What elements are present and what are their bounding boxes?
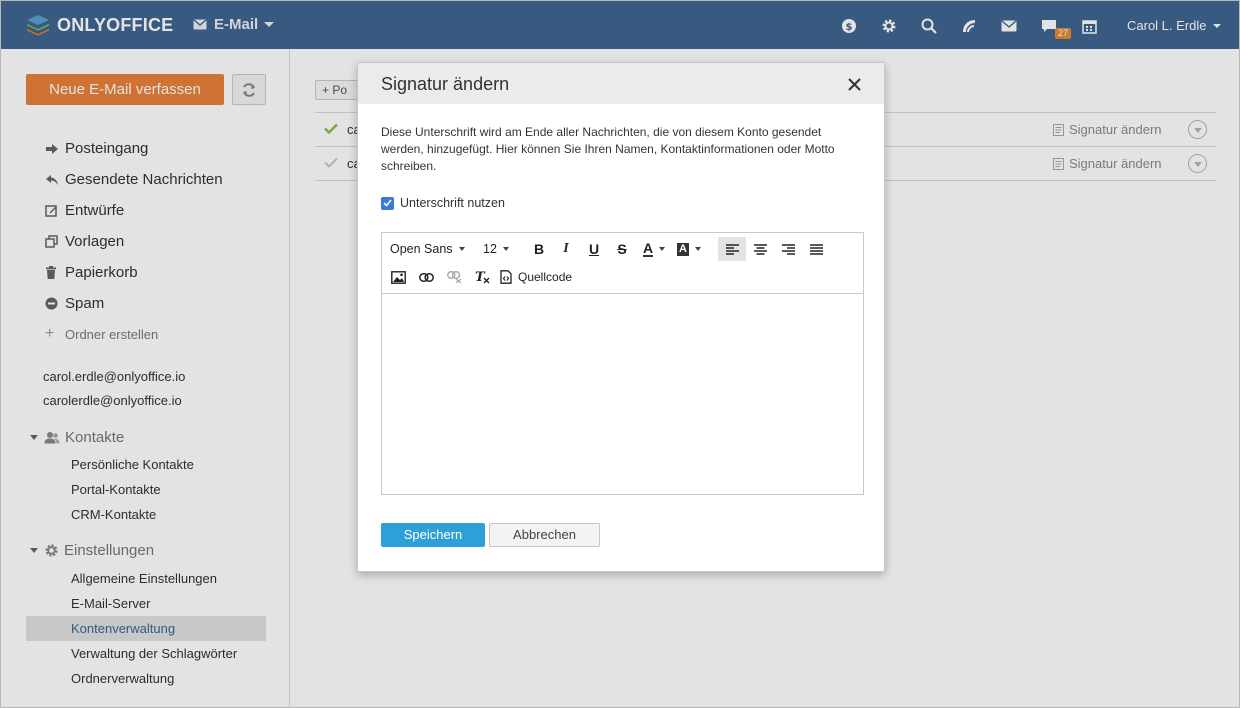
insert-image-button[interactable] — [386, 265, 410, 289]
italic-button[interactable]: I — [554, 237, 578, 261]
align-right-button[interactable] — [776, 237, 800, 261]
signature-dialog: Signatur ändern Diese Unterschrift wird … — [357, 62, 885, 572]
clear-formatting-button[interactable]: T — [470, 265, 494, 289]
chevron-down-icon — [458, 247, 465, 251]
save-button[interactable]: Speichern — [381, 523, 485, 547]
chevron-down-icon — [502, 247, 509, 251]
link-icon — [418, 272, 434, 282]
text-color-button[interactable]: A — [641, 237, 667, 261]
close-icon — [847, 77, 861, 91]
image-icon — [390, 270, 406, 284]
dialog-title: Signatur ändern — [381, 74, 510, 94]
unlink-button[interactable] — [442, 265, 466, 289]
insert-link-button[interactable] — [414, 265, 438, 289]
align-left-icon — [725, 243, 739, 255]
bold-button[interactable]: B — [527, 237, 551, 261]
dialog-description: Diese Unterschrift wird am Ende aller Na… — [381, 125, 835, 173]
align-right-icon — [781, 243, 795, 255]
source-code-icon — [500, 270, 512, 284]
signature-editor: Open Sans 12 B I U S A A T Quellcode — [381, 232, 864, 495]
source-code-label: Quellcode — [518, 270, 573, 284]
background-color-button[interactable]: A — [676, 237, 702, 261]
font-size-value: 12 — [483, 242, 497, 256]
font-family-select[interactable]: Open Sans — [390, 237, 468, 261]
unlink-icon — [446, 271, 461, 283]
justify-button[interactable] — [804, 237, 828, 261]
use-signature-checkbox[interactable]: Unterschrift nutzen — [381, 196, 505, 210]
close-button[interactable] — [844, 74, 864, 94]
source-code-button[interactable]: Quellcode — [500, 265, 580, 289]
editor-toolbar: Open Sans 12 B I U S A A T Quellcode — [382, 233, 863, 294]
background-color-label: A — [677, 242, 689, 256]
underline-button[interactable]: U — [582, 237, 606, 261]
clear-format-icon: T — [475, 270, 490, 284]
align-left-button[interactable] — [718, 237, 746, 261]
use-signature-label: Unterschrift nutzen — [400, 196, 505, 210]
chevron-down-icon — [659, 247, 666, 251]
chevron-down-icon — [694, 247, 701, 251]
checkbox-checked-icon[interactable] — [381, 196, 394, 210]
align-justify-icon — [809, 243, 823, 255]
app-window: ONLYOFFICE E-Mail $ 27 Carol L. Erdle Ne… — [0, 0, 1240, 708]
align-center-button[interactable] — [748, 237, 772, 261]
align-center-icon — [753, 243, 767, 255]
strikethrough-button[interactable]: S — [610, 237, 634, 261]
font-family-value: Open Sans — [390, 242, 453, 256]
dialog-header: Signatur ändern — [358, 63, 884, 104]
cancel-button[interactable]: Abbrechen — [489, 523, 600, 547]
signature-text-area[interactable] — [382, 294, 863, 494]
font-size-select[interactable]: 12 — [483, 237, 515, 261]
text-color-label: A — [642, 240, 654, 257]
